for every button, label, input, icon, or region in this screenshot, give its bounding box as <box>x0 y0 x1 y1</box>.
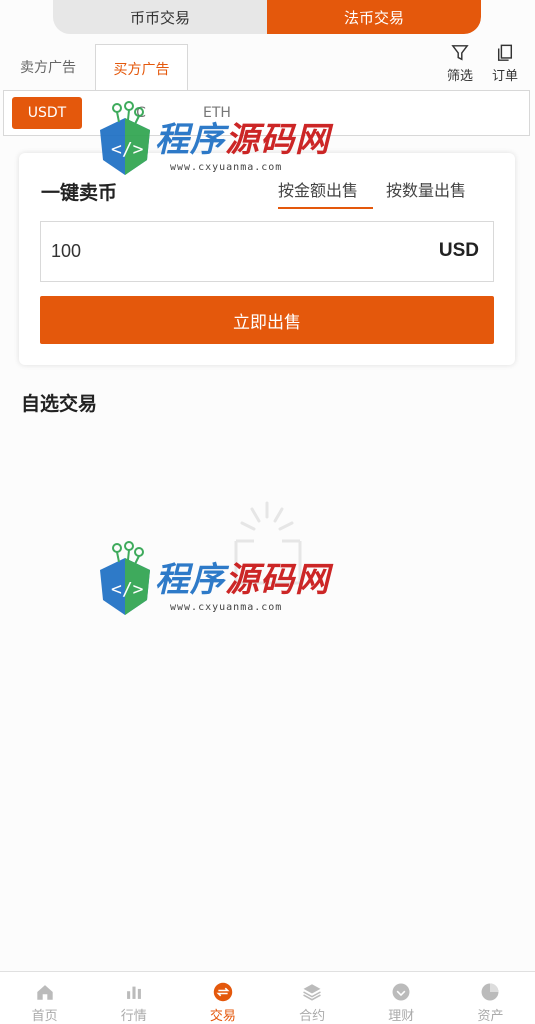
nav-label: 首页 <box>31 1009 58 1024</box>
orders-label: 订单 <box>491 69 518 84</box>
watermark-logo-2: </> 程序源码网 www.cxyuanma.com <box>95 540 335 650</box>
tab-sell-by-quantity[interactable]: 按数量出售 <box>386 177 466 201</box>
watermark-url: www.cxyuanma.com <box>170 602 283 613</box>
currency-unit: USD <box>438 240 479 261</box>
svg-text:</>: </> <box>111 139 144 160</box>
coin-usdt[interactable]: USDT <box>12 97 82 129</box>
trade-type-switch: 币币交易 法币交易 <box>53 0 481 34</box>
amount-field: USD <box>40 221 494 282</box>
tab-buy-ads[interactable]: 买方广告 <box>95 44 188 92</box>
watermark-name-blue: 程序 <box>155 120 225 160</box>
exchange-icon <box>213 982 233 1002</box>
nav-market[interactable]: 行情 <box>89 972 178 1024</box>
tab-sell-ads[interactable]: 卖方广告 <box>8 44 88 90</box>
filter-label: 筛选 <box>446 69 473 84</box>
wallet-icon <box>392 983 410 1001</box>
nav-assets[interactable]: 资产 <box>446 972 535 1024</box>
watermark-shield-icon: </> <box>100 541 150 615</box>
nav-contract[interactable]: 合约 <box>268 972 357 1024</box>
svg-text:</>: </> <box>111 579 144 600</box>
nav-label: 合约 <box>299 1009 326 1024</box>
nav-finance[interactable]: 理财 <box>357 972 446 1024</box>
nav-label: 理财 <box>388 1009 415 1024</box>
nav-home[interactable]: 首页 <box>0 972 89 1024</box>
favorites-title: 自选交易 <box>21 393 98 415</box>
watermark-name-red: 源码网 <box>225 120 330 160</box>
sell-now-button[interactable]: 立即出售 <box>40 296 494 344</box>
watermark-name-red: 源码网 <box>225 560 330 600</box>
bottom-nav: 首页 行情 交易 合约 理财 资产 <box>0 971 535 1024</box>
ad-tabs-row: 卖方广告 买方广告 筛选 订单 <box>0 40 535 92</box>
filter-button[interactable]: 筛选 <box>442 40 478 84</box>
filter-icon <box>451 45 469 61</box>
home-icon <box>36 985 53 1000</box>
nav-label: 行情 <box>120 1009 147 1024</box>
layers-icon <box>303 984 321 1001</box>
amount-input[interactable] <box>41 241 401 262</box>
tab-coin-trade[interactable]: 币币交易 <box>53 0 267 34</box>
chart-icon <box>126 986 141 999</box>
watermark-name-blue: 程序 <box>155 560 225 600</box>
watermark-url: www.cxyuanma.com <box>170 162 283 173</box>
watermark-shield-icon: </> <box>100 101 150 175</box>
watermark-logo: </> 程序源码网 www.cxyuanma.com <box>95 100 335 210</box>
nav-trade[interactable]: 交易 <box>178 972 267 1024</box>
nav-label: 交易 <box>209 1009 236 1024</box>
pie-icon <box>481 983 499 1001</box>
orders-button[interactable]: 订单 <box>487 40 523 84</box>
orders-icon <box>497 44 513 61</box>
tab-fiat-trade[interactable]: 法币交易 <box>267 0 481 34</box>
nav-label: 资产 <box>477 1009 504 1024</box>
